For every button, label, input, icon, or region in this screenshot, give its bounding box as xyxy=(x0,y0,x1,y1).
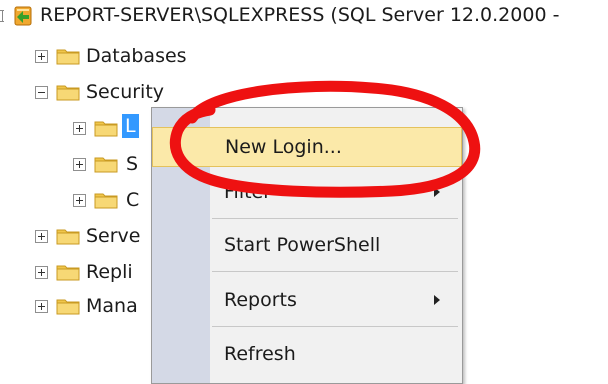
tree-item-server-roles[interactable]: S xyxy=(126,152,138,176)
menu-item-label: New Login... xyxy=(225,136,342,158)
folder-icon xyxy=(56,85,80,101)
expand-replication-button[interactable] xyxy=(35,266,48,279)
tree-item-databases[interactable]: Databases xyxy=(86,44,187,68)
menu-item-start-powershell[interactable]: Start PowerShell xyxy=(152,225,462,265)
folder-icon xyxy=(94,193,118,209)
folder-icon xyxy=(94,121,118,137)
submenu-arrow-icon xyxy=(434,295,440,305)
menu-item-label: Filter xyxy=(224,181,272,203)
menu-separator xyxy=(212,271,458,272)
tree-item-management[interactable]: Mana xyxy=(86,294,138,318)
menu-item-filter[interactable]: Filter xyxy=(152,172,462,212)
menu-item-label: Refresh xyxy=(224,343,296,365)
expand-management-button[interactable] xyxy=(35,300,48,313)
menu-item-label: Start PowerShell xyxy=(224,234,381,256)
tree-item-replication[interactable]: Repli xyxy=(86,260,133,284)
tree-line xyxy=(0,10,8,22)
folder-icon xyxy=(56,229,80,245)
menu-item-label: Reports xyxy=(224,289,297,311)
menu-item-refresh[interactable]: Refresh xyxy=(152,334,462,374)
expand-logins-button[interactable] xyxy=(73,122,86,135)
menu-separator xyxy=(212,326,458,327)
server-icon xyxy=(14,6,32,26)
menu-item-reports[interactable]: Reports xyxy=(152,280,462,320)
collapse-security-button[interactable] xyxy=(35,86,48,99)
tree-item-security[interactable]: Security xyxy=(86,80,164,104)
tree-item-server-objects[interactable]: Serve xyxy=(86,224,141,248)
folder-icon xyxy=(56,299,80,315)
folder-icon xyxy=(56,49,80,65)
expand-databases-button[interactable] xyxy=(35,50,48,63)
folder-icon xyxy=(94,157,118,173)
tree-item-credentials[interactable]: C xyxy=(126,188,139,212)
folder-icon xyxy=(56,265,80,281)
expand-server-objects-button[interactable] xyxy=(35,230,48,243)
menu-item-new-login[interactable]: New Login... xyxy=(152,127,462,167)
menu-separator xyxy=(212,218,458,219)
server-node-label[interactable]: REPORT-SERVER\SQLEXPRESS (SQL Server 12.… xyxy=(40,3,559,27)
context-menu: New Login... Filter Start PowerShell Rep… xyxy=(151,107,463,384)
tree-item-logins[interactable]: L xyxy=(122,114,139,138)
expand-server-roles-button[interactable] xyxy=(73,158,86,171)
submenu-arrow-icon xyxy=(434,187,440,197)
expand-credentials-button[interactable] xyxy=(73,194,86,207)
